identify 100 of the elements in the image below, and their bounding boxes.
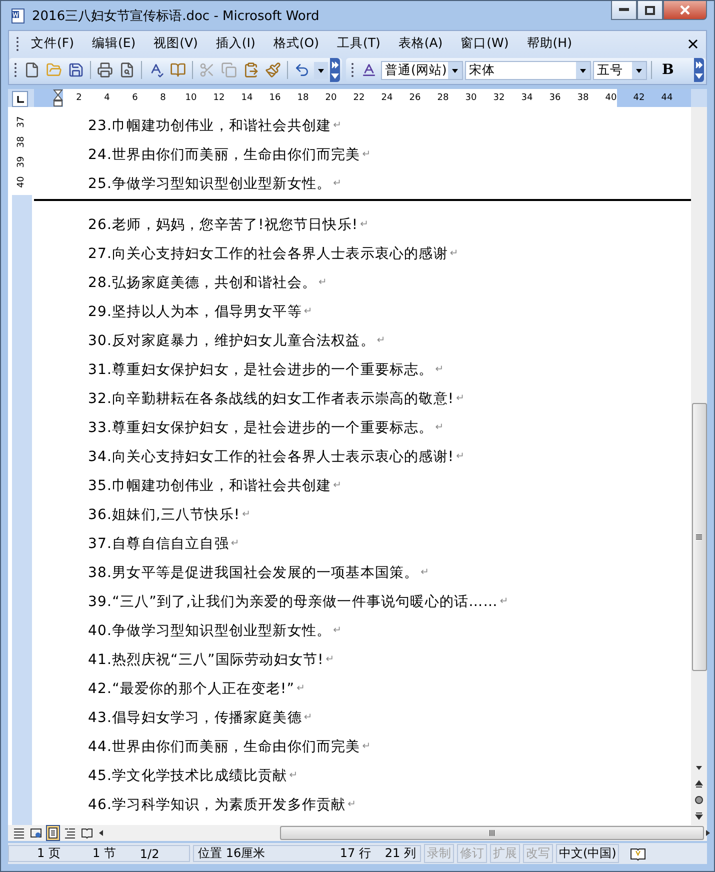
menu-item[interactable]: 工具(T) xyxy=(328,35,390,52)
page-number: 1 页 xyxy=(37,845,60,862)
format-painter-icon[interactable] xyxy=(263,60,283,80)
minimize-icon xyxy=(619,8,629,12)
menu-item[interactable]: 文件(F) xyxy=(22,35,83,52)
caret-icon[interactable] xyxy=(632,62,646,78)
toolbar-options-icon[interactable] xyxy=(694,58,704,82)
paragraph-mark: ↵ xyxy=(230,538,240,549)
ruler-number: 40 xyxy=(16,176,28,188)
close-icon[interactable] xyxy=(688,38,698,48)
grip-icon xyxy=(694,532,704,542)
paragraph-mark: ↵ xyxy=(420,567,430,578)
slogan-text: 31.尊重妇女保护妇女，是社会进步的一个重要标志。 xyxy=(88,360,434,378)
slogan-text: 38.男女平等是促进我国社会发展的一项基本国策。 xyxy=(88,564,419,582)
print-icon[interactable] xyxy=(95,60,115,80)
ruler-number: 44 xyxy=(660,93,674,103)
maximize-button[interactable] xyxy=(637,1,663,20)
menu-item[interactable]: 插入(I) xyxy=(206,35,264,52)
ruler-number: 14 xyxy=(240,93,254,103)
slogan-text: 40.争做学习型知识型创业型新女性。 xyxy=(88,622,332,640)
scroll-right-icon[interactable] xyxy=(704,829,712,837)
toolbar-grip[interactable] xyxy=(16,36,19,52)
paragraph-mark: ↵ xyxy=(289,770,298,781)
page-count: 1/2 xyxy=(140,846,160,860)
ruler-number: 24 xyxy=(380,93,394,103)
bold-button[interactable]: B xyxy=(656,62,680,78)
ruler-number: 34 xyxy=(520,93,534,103)
slogan-text: 32.向辛勤耕耘在各条战线的妇女工作者表示崇高的敬意! xyxy=(88,390,454,408)
slogan-text: 39.“三八”到了,让我们为亲爱的母亲做一件事说句暖心的话…… xyxy=(88,592,498,610)
minimize-button[interactable] xyxy=(611,1,637,20)
ruler-number: 40 xyxy=(604,93,618,103)
caret-icon[interactable] xyxy=(576,62,590,78)
menu-item[interactable]: 编辑(E) xyxy=(82,35,145,52)
paragraph-mark: ↵ xyxy=(304,306,313,317)
window-title: 2016三八妇女节宣传标语.doc - Microsoft Word xyxy=(32,8,320,24)
slogan-text: 25.争做学习型知识型创业型新女性。 xyxy=(88,174,332,192)
toolbar-grip[interactable] xyxy=(14,62,17,78)
scroll-left-icon[interactable] xyxy=(97,829,105,837)
menu-item[interactable]: 格式(O) xyxy=(264,35,328,52)
paragraph-mark: ↵ xyxy=(333,625,342,636)
paragraph-mark: ↵ xyxy=(435,422,444,433)
previous-page-icon[interactable] xyxy=(694,779,704,789)
close-icon xyxy=(680,5,690,15)
language-indicator[interactable]: 中文(中国) xyxy=(556,844,620,863)
slogan-text: 26.老师，妈妈，您辛苦了!祝您节日快乐! xyxy=(88,216,358,234)
open-book-icon xyxy=(81,827,93,839)
ruler-number: 12 xyxy=(212,93,226,103)
toolbar-grip[interactable] xyxy=(351,62,354,78)
indent-marker-icon[interactable] xyxy=(53,89,63,107)
line-number: 17 行 xyxy=(340,845,371,862)
slogan-text: 30.反对家庭暴力，维护妇女儿童合法权益。 xyxy=(88,332,375,350)
ruler-number: 38 xyxy=(576,93,590,103)
slogan-text: 45.学文化学技术比成绩比贡献 xyxy=(88,766,288,784)
paragraph-mark: ↵ xyxy=(435,364,444,375)
caret-icon[interactable] xyxy=(448,62,462,78)
paragraph-mark: ↵ xyxy=(362,149,372,160)
view-button[interactable] xyxy=(46,825,60,841)
ruler-number: 26 xyxy=(408,93,422,103)
menu-item[interactable]: 窗口(W) xyxy=(452,35,518,52)
section-number: 1 节 xyxy=(92,845,116,862)
paragraph-mark: ↵ xyxy=(348,799,357,810)
normal-view-icon xyxy=(13,827,25,839)
scrollbar-thumb[interactable] xyxy=(280,826,704,840)
paragraph-mark: ↵ xyxy=(360,219,370,230)
slogan-text: 33.尊重妇女保护妇女，是社会进步的一个重要标志。 xyxy=(88,418,434,436)
menu-item[interactable]: 视图(V) xyxy=(144,35,207,52)
tab-selector[interactable] xyxy=(12,91,28,107)
slogan-text: 41.热烈庆祝“三八”国际劳动妇女节! xyxy=(88,650,324,668)
font-dropdown[interactable]: 宋体 xyxy=(465,60,591,80)
font-size-dropdown[interactable]: 五号 xyxy=(593,60,647,80)
ruler-number: 18 xyxy=(296,93,310,103)
menu-item[interactable]: 帮助(H) xyxy=(518,35,581,52)
column-number: 21 列 xyxy=(384,845,416,862)
ruler-number: 36 xyxy=(548,93,562,103)
slogan-text: 28.弘扬家庭美德，共创和谐社会。 xyxy=(88,274,316,292)
style-dropdown[interactable]: 普通(网站) xyxy=(381,60,463,80)
ruler-number: 20 xyxy=(324,93,338,103)
slogan-text: 44.世界由你们而美丽，生命由你们而完美 xyxy=(88,738,360,756)
position-text: 位置 16厘米 xyxy=(198,845,266,862)
ruler-number: 6 xyxy=(131,93,139,103)
scrollbar-thumb[interactable] xyxy=(692,403,706,671)
slogan-text: 23.巾帼建功创伟业，和谐社会共创建 xyxy=(88,116,332,134)
slogan-text: 43.倡导妇女学习，传播家庭美德 xyxy=(88,708,302,726)
close-button[interactable] xyxy=(663,1,707,20)
book-icon[interactable] xyxy=(630,846,646,860)
paragraph-mark: ↵ xyxy=(304,712,313,723)
ruler-number: 38 xyxy=(16,136,28,148)
slogan-text: 29.坚持以人为本，倡导男女平等 xyxy=(88,302,302,320)
next-page-icon[interactable] xyxy=(694,811,704,821)
toolbar-options-icon[interactable] xyxy=(330,58,340,82)
menu-item[interactable]: 表格(A) xyxy=(389,35,452,52)
ruler-number: 28 xyxy=(436,93,450,103)
vertical-scrollbar[interactable] xyxy=(691,107,707,825)
undo-dropdown-caret-icon[interactable] xyxy=(314,62,328,78)
ruler-number: 37 xyxy=(16,116,28,128)
paragraph-mark: ↵ xyxy=(376,335,386,346)
select-browse-object-icon[interactable] xyxy=(694,795,704,805)
paragraph-mark: ↵ xyxy=(362,741,372,752)
paragraph-mark: ↵ xyxy=(326,654,335,665)
ruler-number: 32 xyxy=(492,93,506,103)
